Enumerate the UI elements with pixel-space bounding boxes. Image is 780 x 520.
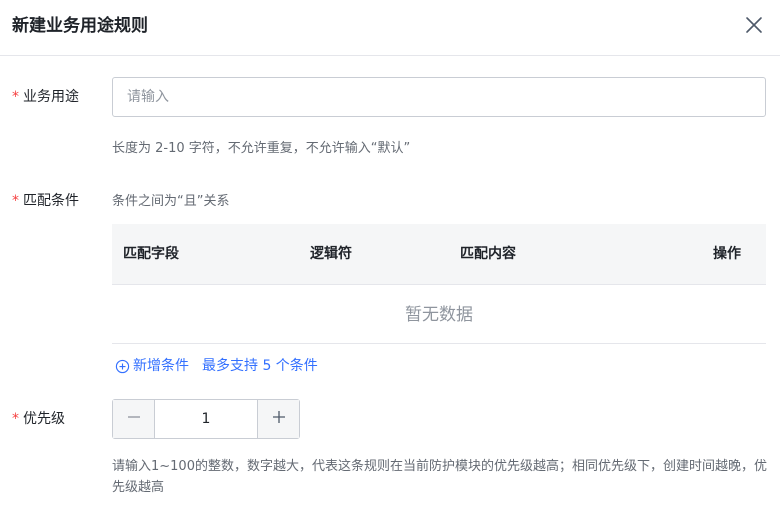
priority-hint: 请输入1~100的整数，数字越大，代表这条规则在当前防护模块的优先级越高；相同优… [112, 459, 767, 495]
dialog-header: 新建业务用途规则 [0, 0, 780, 56]
column-header-field: 匹配字段 [123, 246, 179, 262]
close-icon[interactable] [742, 13, 766, 37]
conditions-table: 匹配字段 逻辑符 匹配内容 操作 暂无数据 [112, 224, 766, 344]
decrement-button[interactable] [113, 400, 155, 438]
add-condition-row: 新增条件 最多支持 5 个条件 [115, 356, 318, 376]
table-header: 匹配字段 逻辑符 匹配内容 操作 [112, 224, 766, 285]
purpose-input[interactable] [112, 77, 766, 117]
conditions-label: * 匹配条件 [12, 191, 79, 211]
plus-icon [271, 409, 287, 429]
add-condition-label: 新增条件 [133, 358, 189, 374]
dialog-title: 新建业务用途规则 [12, 16, 148, 36]
purpose-hint: 长度为 2-10 字符，不允许重复，不允许输入“默认” [112, 141, 411, 156]
conditions-label-text: 匹配条件 [23, 193, 79, 209]
purpose-label: * 业务用途 [12, 87, 79, 107]
priority-label-text: 优先级 [23, 411, 65, 427]
rule-dialog: 新建业务用途规则 *业务用途 长度为 2-10 字符，不允许重复，不允许输入“默… [0, 0, 780, 520]
purpose-label-text: 业务用途 [23, 89, 79, 105]
increment-button[interactable] [257, 400, 299, 438]
priority-value[interactable]: 1 [156, 400, 256, 438]
empty-state: 暂无数据 [112, 286, 766, 344]
column-header-actions: 操作 [713, 246, 741, 262]
conditions-hint: 条件之间为“且”关系 [112, 194, 230, 209]
plus-circle-icon [115, 359, 133, 374]
column-header-operator: 逻辑符 [310, 246, 352, 262]
max-conditions-note: 最多支持 5 个条件 [202, 358, 318, 374]
priority-stepper: 1 [112, 399, 300, 439]
required-mark: * [12, 411, 19, 427]
column-header-content: 匹配内容 [460, 246, 516, 262]
add-condition-button[interactable]: 新增条件 [115, 356, 189, 376]
priority-label: * 优先级 [12, 409, 65, 429]
required-mark: * [12, 89, 19, 105]
required-mark: * [12, 193, 19, 209]
minus-icon [126, 409, 142, 429]
